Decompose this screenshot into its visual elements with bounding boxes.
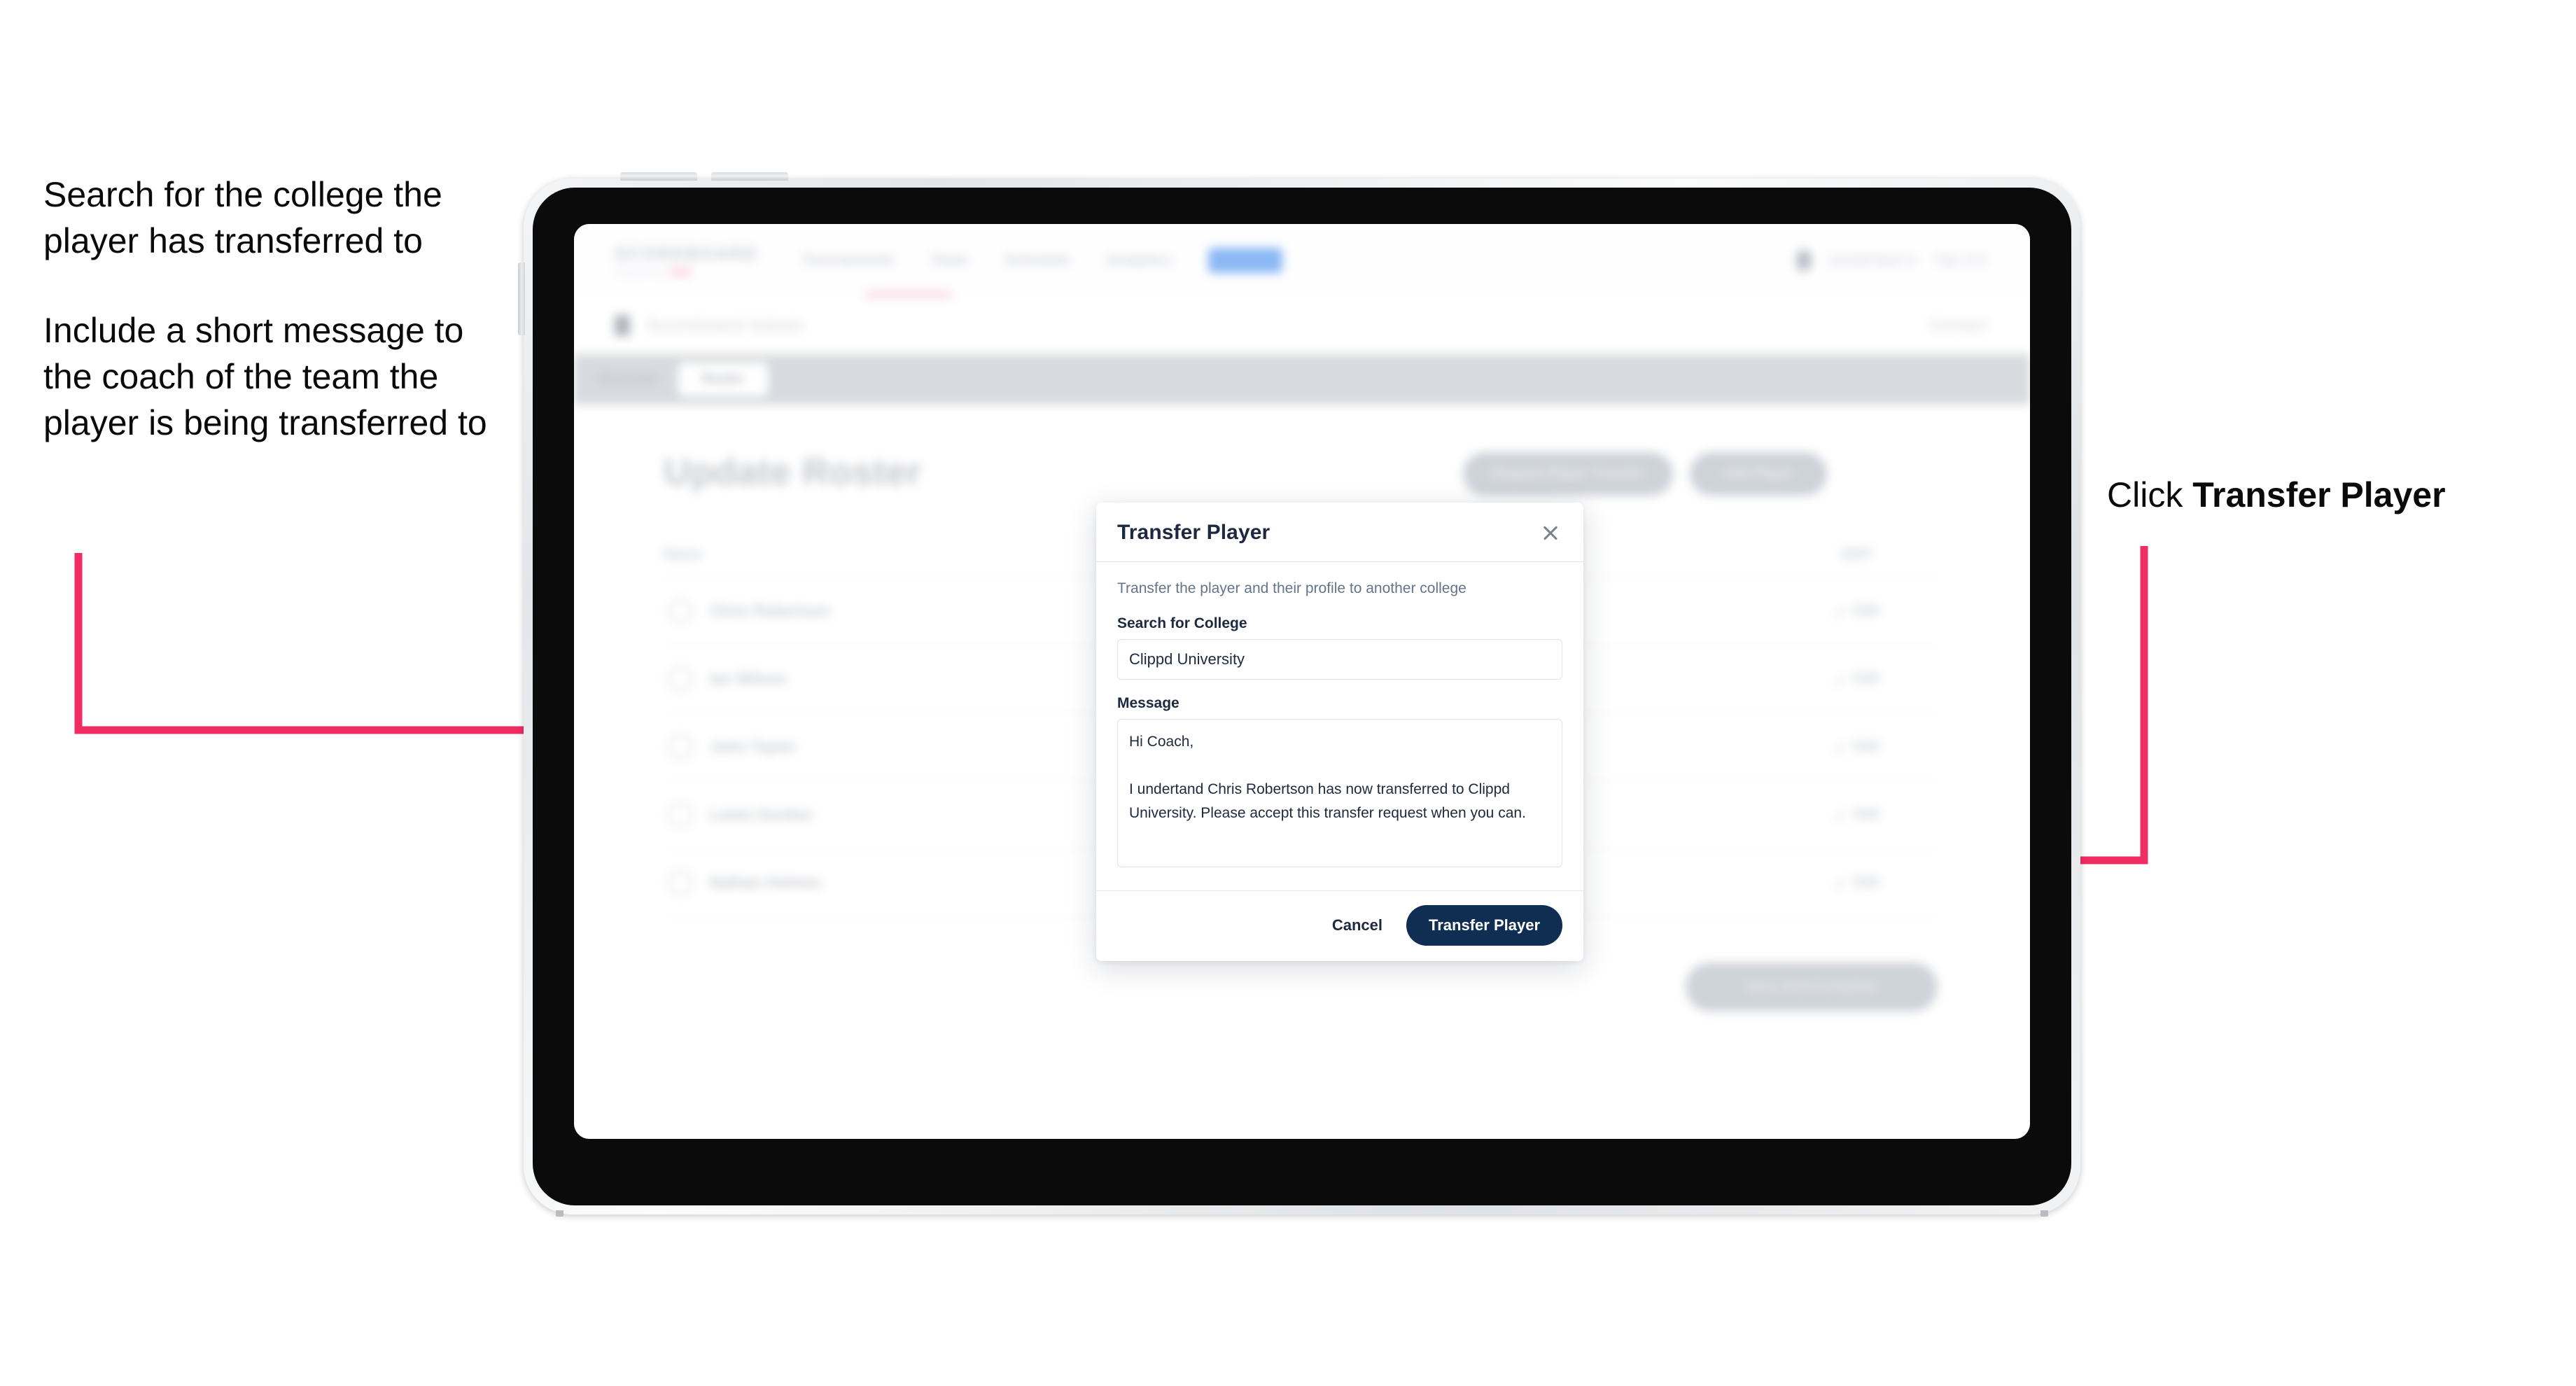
player-name: Chris Robertson bbox=[710, 602, 831, 620]
tab-roster[interactable]: Roster bbox=[678, 363, 768, 396]
page-title: Update Roster bbox=[664, 451, 922, 493]
team-logo-icon bbox=[615, 315, 630, 336]
nav-item-analytics[interactable]: Analytics bbox=[1106, 252, 1171, 269]
annotation-left-line-2: Include a short message to the coach of … bbox=[43, 311, 487, 442]
topbar-right: paul@clippd.io Sign Out bbox=[1797, 251, 1987, 270]
tablet-screen: SCOREBOARD Powered by Tournaments Team S… bbox=[574, 224, 2030, 1139]
modal-description: Transfer the player and their profile to… bbox=[1117, 580, 1466, 596]
user-email: paul@clippd.io bbox=[1829, 253, 1917, 267]
request-player-transfer-label: Request Player Transfer bbox=[1492, 466, 1644, 481]
roster-edit-cell[interactable]: Edit bbox=[1777, 739, 1938, 755]
player-name: Lewis Gordon bbox=[710, 806, 813, 823]
player-name: John Taylor bbox=[710, 738, 797, 755]
subbar-title: Scoreboard Admin bbox=[647, 316, 804, 336]
app-topbar: SCOREBOARD Powered by Tournaments Team S… bbox=[574, 224, 2030, 297]
transfer-player-submit-button[interactable]: Transfer Player bbox=[1406, 905, 1562, 946]
brand-logo[interactable]: SCOREBOARD Powered by bbox=[615, 244, 758, 277]
annotation-right: Click Transfer Player bbox=[2107, 472, 2446, 518]
row-checkbox[interactable] bbox=[668, 870, 693, 895]
nav-item-team[interactable]: Team bbox=[930, 252, 967, 269]
subbar-action[interactable]: Connect bbox=[1929, 316, 1987, 335]
save-and-complete-label: Save And Complete bbox=[1746, 979, 1877, 995]
brand-subline: Powered by bbox=[615, 267, 727, 277]
volume-up-button[interactable] bbox=[620, 172, 697, 181]
annotation-right-prefix: Click bbox=[2107, 475, 2193, 514]
annotation-right-bold: Transfer Player bbox=[2192, 475, 2446, 514]
volume-down-button[interactable] bbox=[711, 172, 788, 181]
brand-badge bbox=[670, 268, 692, 276]
power-button[interactable] bbox=[518, 262, 525, 335]
cancel-button[interactable]: Cancel bbox=[1328, 916, 1387, 935]
edit-label: Edit bbox=[1854, 603, 1879, 618]
modal-title: Transfer Player bbox=[1117, 521, 1270, 544]
edit-label: Edit bbox=[1854, 875, 1879, 890]
top-navigation: Tournaments Team Schedule Analytics Rost… bbox=[802, 248, 1283, 273]
edit-label: Edit bbox=[1854, 807, 1879, 822]
tablet-device: SCOREBOARD Powered by Tournaments Team S… bbox=[518, 172, 2080, 1217]
search-college-input[interactable] bbox=[1117, 639, 1562, 680]
player-name: Ian Wilson bbox=[710, 670, 787, 687]
modal-header: Transfer Player bbox=[1096, 503, 1583, 562]
save-and-complete-button[interactable]: Save And Complete bbox=[1686, 962, 1938, 1011]
roster-edit-cell[interactable]: Edit bbox=[1777, 603, 1938, 619]
row-checkbox[interactable] bbox=[668, 598, 693, 624]
row-checkbox[interactable] bbox=[668, 802, 693, 827]
row-checkbox[interactable] bbox=[668, 666, 693, 692]
nav-item-tournaments[interactable]: Tournaments bbox=[802, 252, 894, 269]
roster-edit-cell[interactable]: Edit bbox=[1777, 671, 1938, 687]
tablet-foot-left bbox=[556, 1210, 564, 1217]
modal-body: Transfer the player and their profile to… bbox=[1096, 562, 1583, 890]
close-icon[interactable] bbox=[1539, 521, 1562, 545]
tab-overview[interactable]: Overview bbox=[598, 372, 657, 387]
pencil-icon bbox=[1835, 673, 1847, 685]
pencil-icon bbox=[1835, 877, 1847, 888]
row-checkbox[interactable] bbox=[668, 734, 693, 760]
college-field-label: Search for College bbox=[1117, 615, 1247, 631]
request-player-transfer-button[interactable]: Request Player Transfer bbox=[1463, 452, 1673, 496]
column-header-edit: EDIT bbox=[1841, 546, 1873, 562]
add-player-label: Add Player bbox=[1723, 466, 1793, 481]
avatar[interactable] bbox=[1797, 251, 1812, 270]
add-player-button[interactable]: Add Player bbox=[1690, 452, 1827, 496]
app-tabs: Overview Roster bbox=[574, 354, 2030, 405]
brand-powered-by: Powered by bbox=[615, 267, 666, 277]
annotation-left: Search for the college the player has tr… bbox=[43, 172, 491, 446]
subbar-title-light: Admin bbox=[748, 315, 804, 335]
roster-edit-cell[interactable]: Edit bbox=[1777, 875, 1938, 890]
nav-item-roster[interactable]: Roster bbox=[1208, 248, 1283, 273]
transfer-player-modal: Transfer Player Transfer the player and … bbox=[1096, 503, 1583, 961]
pencil-icon bbox=[1835, 809, 1847, 820]
player-name: Nathan Holmes bbox=[710, 874, 822, 891]
message-textarea[interactable]: Hi Coach, I undertand Chris Robertson ha… bbox=[1117, 719, 1562, 867]
tablet-foot-right bbox=[2040, 1210, 2048, 1217]
roster-edit-cell[interactable]: Edit bbox=[1777, 807, 1938, 822]
edit-label: Edit bbox=[1854, 671, 1879, 686]
annotation-left-line-1: Search for the college the player has tr… bbox=[43, 175, 442, 260]
message-field-label: Message bbox=[1117, 695, 1180, 711]
pencil-icon bbox=[1835, 741, 1847, 752]
edit-label: Edit bbox=[1854, 739, 1879, 754]
subbar-title-main: Scoreboard bbox=[647, 315, 744, 335]
pencil-icon bbox=[1835, 606, 1847, 617]
app-subbar: Scoreboard Admin Connect bbox=[574, 297, 2030, 355]
sign-out-link[interactable]: Sign Out bbox=[1935, 253, 1987, 268]
brand-name: SCOREBOARD bbox=[615, 244, 758, 264]
modal-footer: Cancel Transfer Player bbox=[1096, 890, 1583, 961]
nav-item-schedule[interactable]: Schedule bbox=[1004, 252, 1070, 269]
